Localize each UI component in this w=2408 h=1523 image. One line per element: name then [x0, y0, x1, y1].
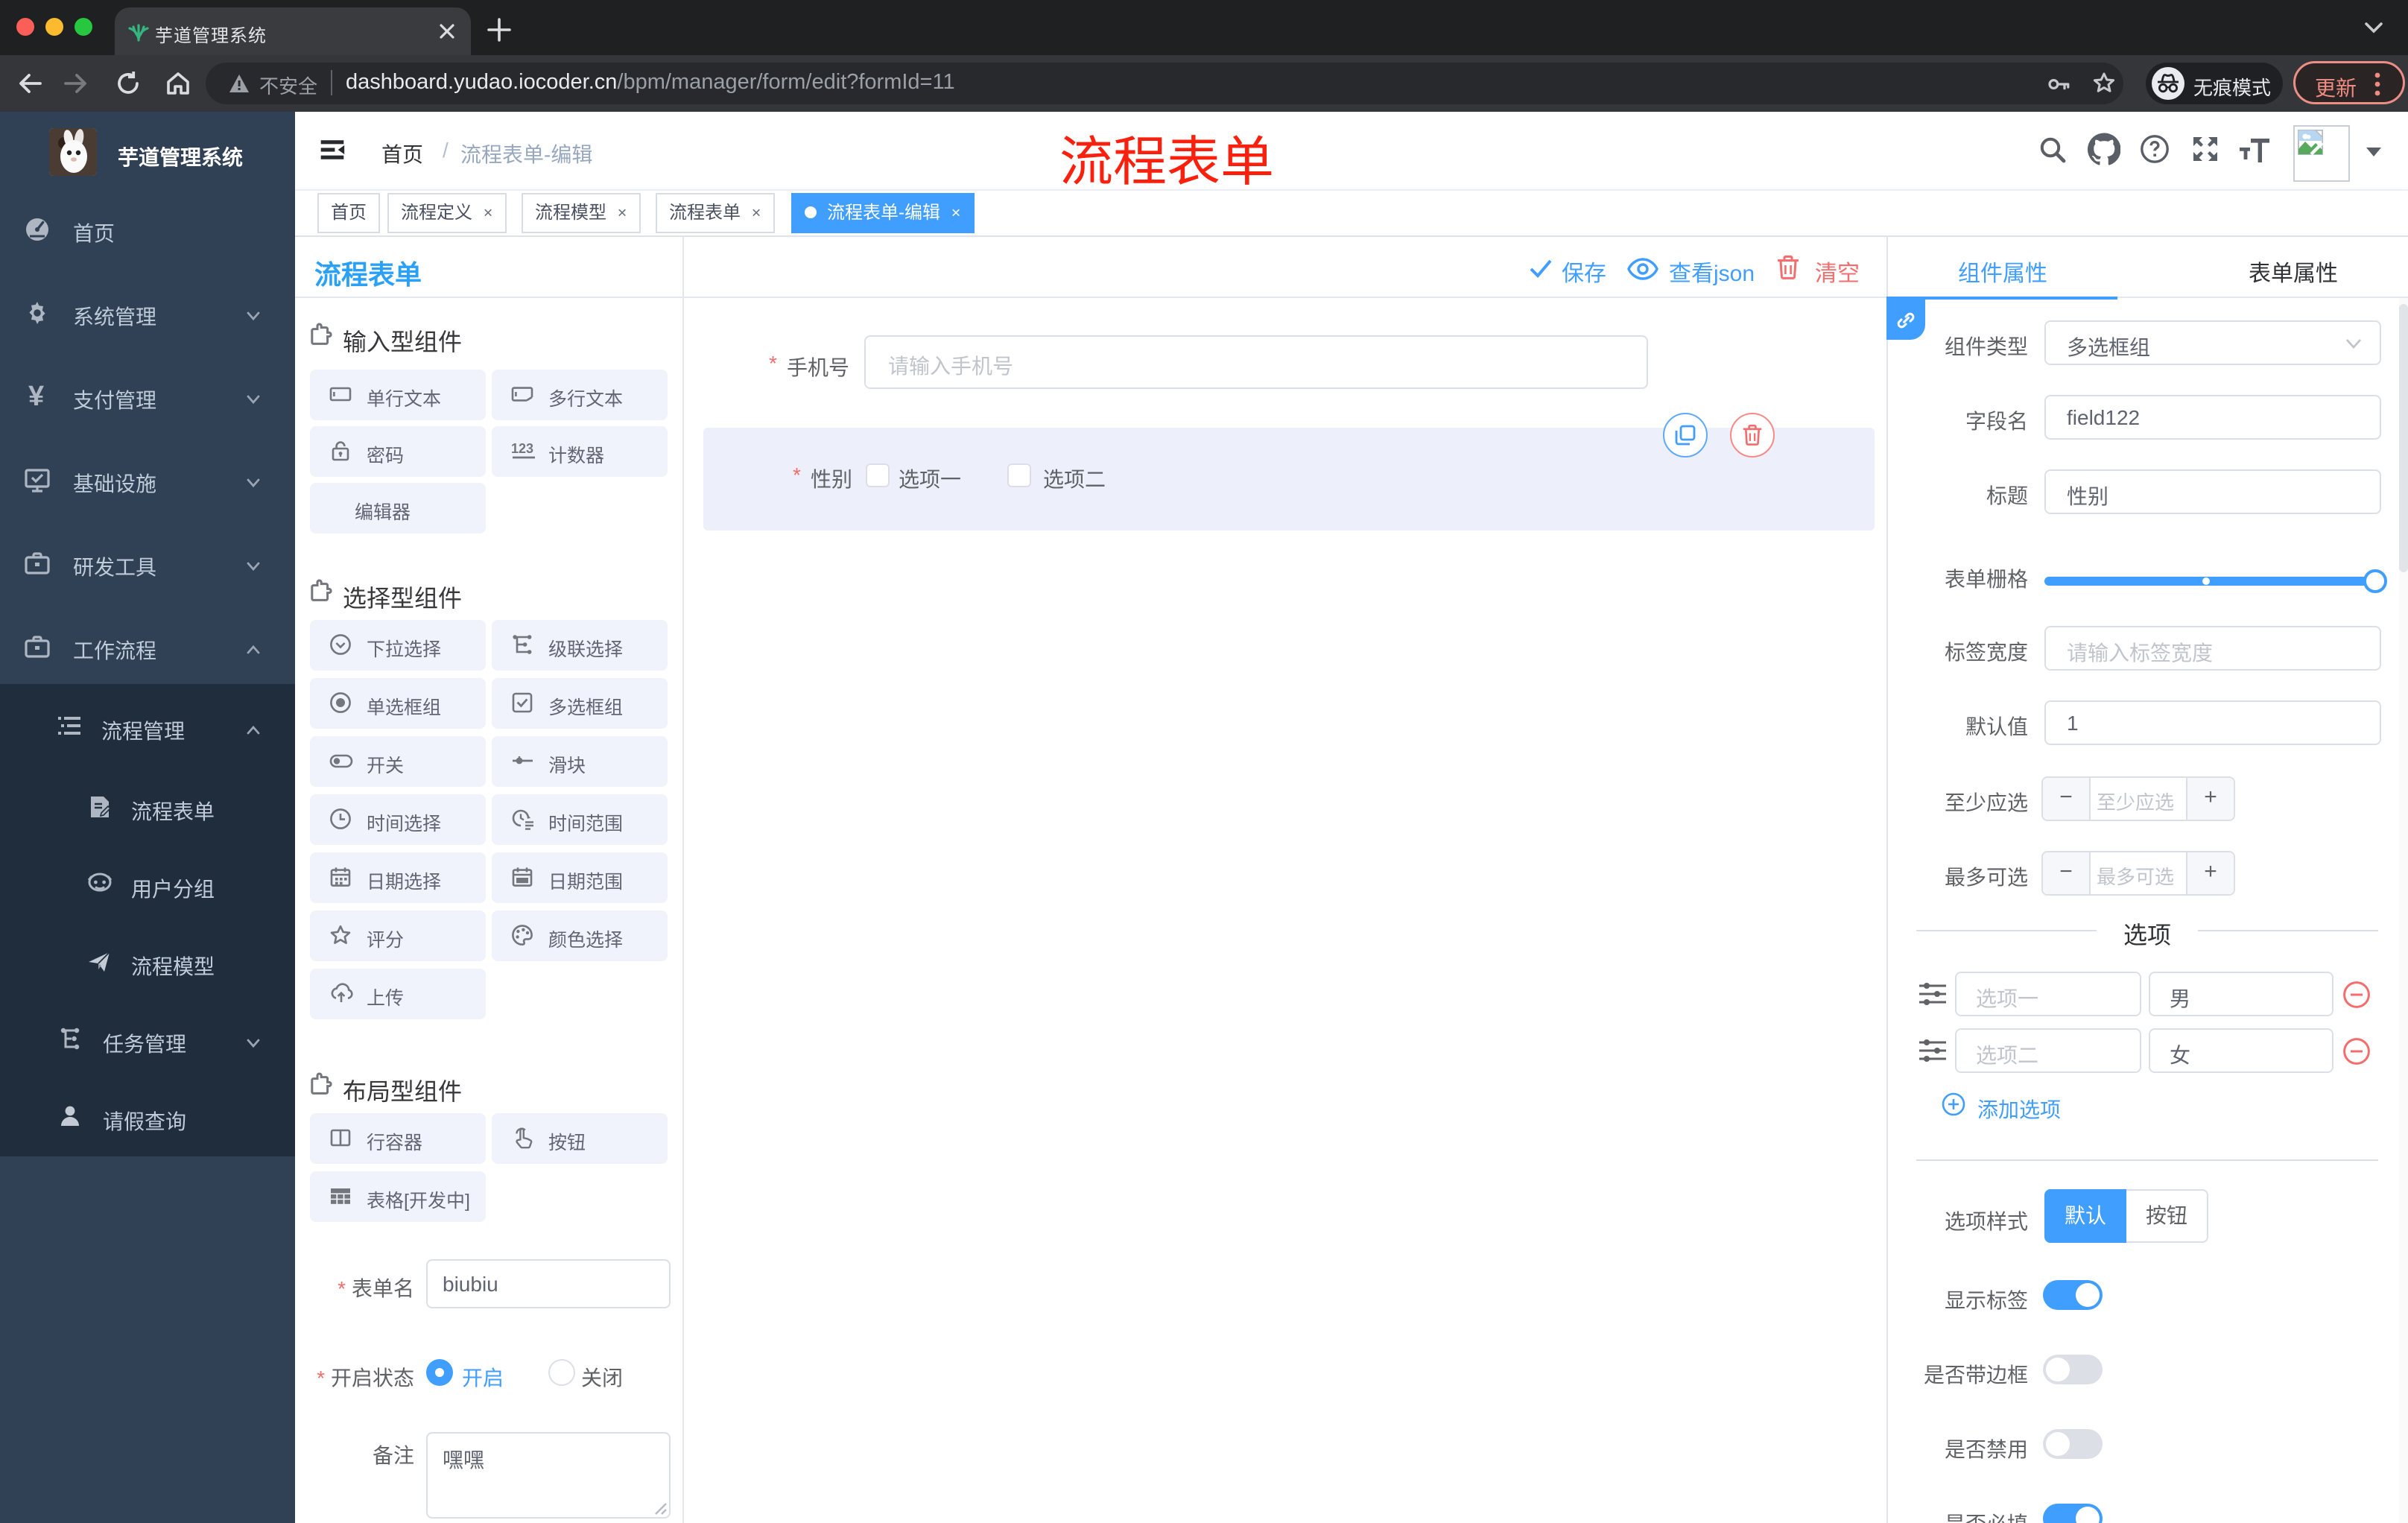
svg-text:123: 123 — [511, 441, 533, 456]
